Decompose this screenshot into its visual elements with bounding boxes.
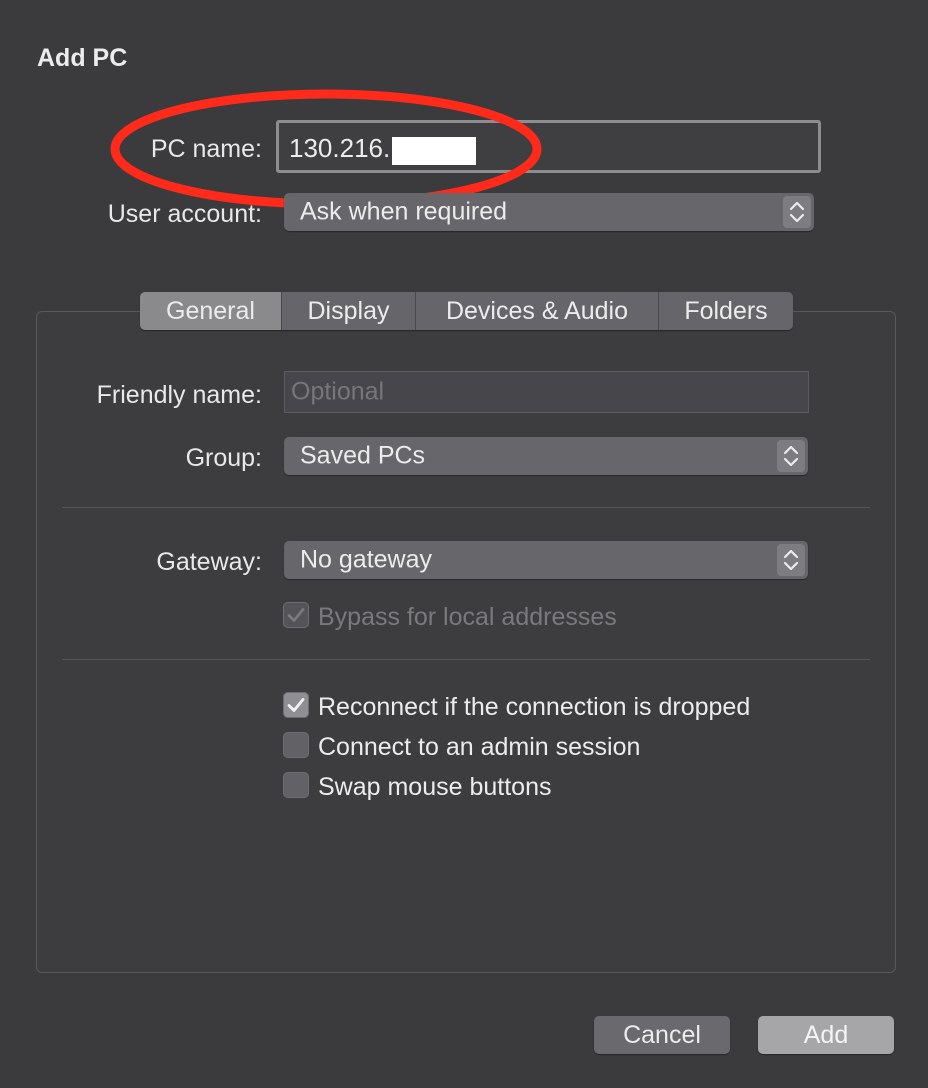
separator — [62, 507, 870, 508]
chevron-updown-icon — [777, 544, 805, 576]
tab-bar: General Display Devices & Audio Folders — [140, 292, 793, 330]
cancel-button[interactable]: Cancel — [594, 1016, 730, 1054]
pc-name-label: PC name: — [150, 135, 262, 163]
friendly-name-field[interactable]: Optional — [284, 371, 809, 413]
swap-mouse-label: Swap mouse buttons — [318, 773, 552, 801]
pc-name-field[interactable]: 130.216. — [276, 120, 821, 173]
tab-folders[interactable]: Folders — [659, 292, 793, 330]
group-value: Saved PCs — [300, 441, 426, 470]
friendly-name-placeholder: Optional — [291, 377, 385, 406]
gateway-label: Gateway: — [156, 548, 262, 576]
user-account-popup[interactable]: Ask when required — [284, 193, 814, 231]
checkmark-icon — [287, 698, 305, 712]
user-account-value: Ask when required — [300, 197, 508, 226]
chevron-updown-icon — [777, 440, 805, 472]
user-account-label: User account: — [107, 200, 262, 228]
tab-display[interactable]: Display — [282, 292, 416, 330]
admin-session-label: Connect to an admin session — [318, 733, 641, 761]
group-popup[interactable]: Saved PCs — [284, 437, 808, 475]
tab-general[interactable]: General — [140, 292, 282, 330]
bypass-checkbox[interactable] — [283, 602, 309, 628]
admin-session-checkbox[interactable] — [283, 732, 309, 758]
reconnect-checkbox[interactable] — [283, 692, 309, 718]
gateway-popup[interactable]: No gateway — [284, 541, 808, 579]
redaction-box — [392, 137, 476, 165]
separator — [62, 659, 870, 660]
tab-devices-audio[interactable]: Devices & Audio — [416, 292, 659, 330]
reconnect-label: Reconnect if the connection is dropped — [318, 693, 751, 721]
friendly-name-label: Friendly name: — [96, 381, 262, 409]
swap-mouse-checkbox[interactable] — [283, 772, 309, 798]
chevron-updown-icon — [783, 196, 811, 228]
bypass-label: Bypass for local addresses — [318, 603, 617, 631]
group-label: Group: — [185, 444, 262, 472]
add-button[interactable]: Add — [758, 1016, 894, 1054]
pc-name-value: 130.216. — [289, 133, 391, 163]
dialog-title: Add PC — [37, 44, 128, 72]
gateway-value: No gateway — [300, 545, 433, 574]
checkmark-icon — [287, 608, 305, 622]
